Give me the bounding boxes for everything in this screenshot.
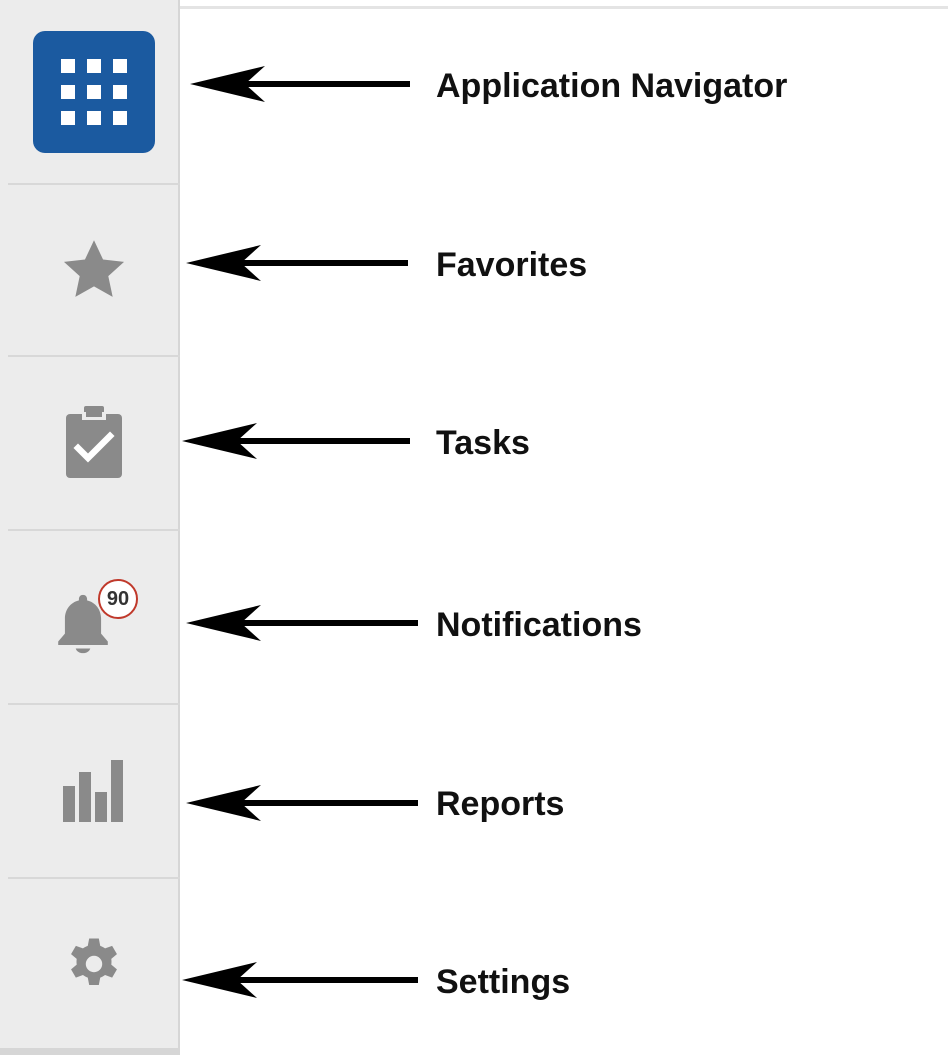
arrow-application-navigator [190, 66, 410, 102]
bell-wrap: 90 [54, 577, 138, 657]
top-divider [180, 6, 948, 9]
sidebar-item-notifications[interactable]: 90 [8, 531, 180, 703]
label-notifications: Notifications [436, 606, 642, 644]
bar-chart-icon [63, 760, 123, 822]
label-tasks: Tasks [436, 424, 530, 462]
arrow-reports [186, 785, 418, 821]
clipboard-check-icon [66, 406, 122, 478]
sidebar-item-reports[interactable] [8, 705, 180, 877]
apps-tile[interactable] [33, 30, 155, 153]
sidebar-item-settings[interactable] [8, 879, 180, 1048]
star-icon [63, 240, 125, 297]
sidebar-item-favorites[interactable] [8, 185, 180, 355]
page: 90 Application Navigator Favorites Tasks… [0, 0, 948, 1055]
arrow-settings [182, 962, 418, 998]
notification-count-badge: 90 [98, 579, 138, 619]
label-favorites: Favorites [436, 246, 588, 284]
arrow-notifications [186, 605, 418, 641]
sidebar: 90 [0, 0, 180, 1055]
label-reports: Reports [436, 785, 565, 823]
sidebar-bottom-edge [0, 1048, 180, 1055]
gear-icon [71, 938, 117, 985]
label-application-navigator: Application Navigator [436, 67, 788, 105]
apps-grid-icon [61, 58, 127, 125]
label-settings: Settings [436, 963, 571, 1001]
arrow-tasks [182, 423, 410, 459]
arrow-favorites [186, 245, 408, 281]
sidebar-item-tasks[interactable] [8, 357, 180, 529]
sidebar-item-application-navigator[interactable] [8, 0, 180, 183]
